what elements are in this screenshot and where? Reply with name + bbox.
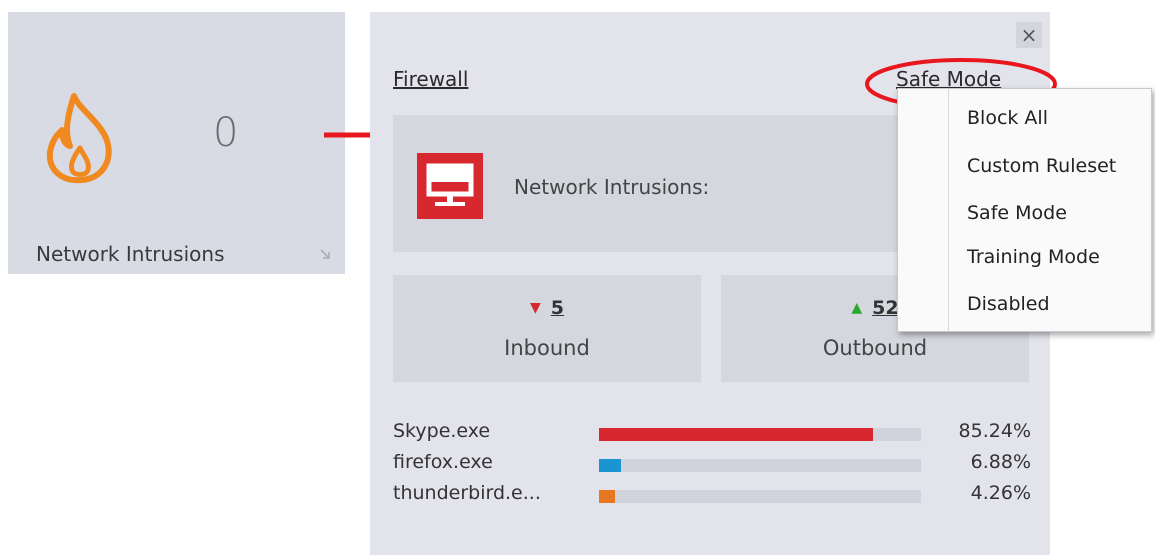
intrusion-count: 0 [213, 110, 239, 156]
firewall-title-link[interactable]: Firewall [393, 67, 468, 91]
menu-item-safe-mode[interactable]: Safe Mode [967, 202, 1067, 224]
monitor-icon [417, 153, 483, 219]
menu-item-training-mode[interactable]: Training Mode [967, 246, 1100, 268]
menu-item-block-all[interactable]: Block All [967, 107, 1048, 129]
usage-bar-fill [599, 428, 874, 441]
app-row: thunderbird.e... 4.26% [393, 482, 1033, 513]
mode-dropdown-menu: Block All Custom Ruleset Safe Mode Train… [897, 88, 1152, 332]
usage-bar-fill [599, 459, 622, 472]
app-name: thunderbird.e... [393, 482, 541, 504]
app-traffic-list: Skype.exe 85.24% firefox.exe 6.88% thund… [393, 420, 1033, 513]
usage-bar [599, 490, 921, 503]
tile-label: Network Intrusions [36, 242, 225, 266]
app-percent: 4.26% [970, 482, 1031, 504]
app-row: firefox.exe 6.88% [393, 451, 1033, 482]
app-percent: 6.88% [970, 451, 1031, 473]
triangle-up-icon: ▲ [851, 300, 863, 316]
close-button[interactable]: × [1016, 22, 1042, 48]
app-name: Skype.exe [393, 420, 491, 442]
menu-item-custom-ruleset[interactable]: Custom Ruleset [967, 155, 1116, 177]
app-percent: 85.24% [958, 420, 1031, 442]
close-icon: × [1020, 23, 1038, 47]
flame-icon [44, 92, 116, 188]
usage-bar [599, 428, 921, 441]
menu-item-disabled[interactable]: Disabled [967, 293, 1050, 315]
usage-bar-fill [599, 490, 616, 503]
menu-gutter [948, 89, 949, 331]
app-name: firefox.exe [393, 451, 493, 473]
network-intrusions-tile[interactable]: 0 Network Intrusions [8, 12, 345, 274]
outbound-count-link[interactable]: 52 [872, 297, 898, 319]
inbound-count-link[interactable]: 5 [551, 297, 564, 319]
outbound-label: Outbound [822, 336, 928, 360]
usage-bar [599, 459, 921, 472]
inbound-label: Inbound [504, 336, 590, 360]
app-row: Skype.exe 85.24% [393, 420, 1033, 451]
inbound-stat: ▼ 5 Inbound [393, 275, 701, 382]
network-intrusions-label: Network Intrusions: [514, 175, 710, 199]
triangle-down-icon: ▼ [529, 300, 541, 316]
resize-icon[interactable] [319, 245, 331, 264]
